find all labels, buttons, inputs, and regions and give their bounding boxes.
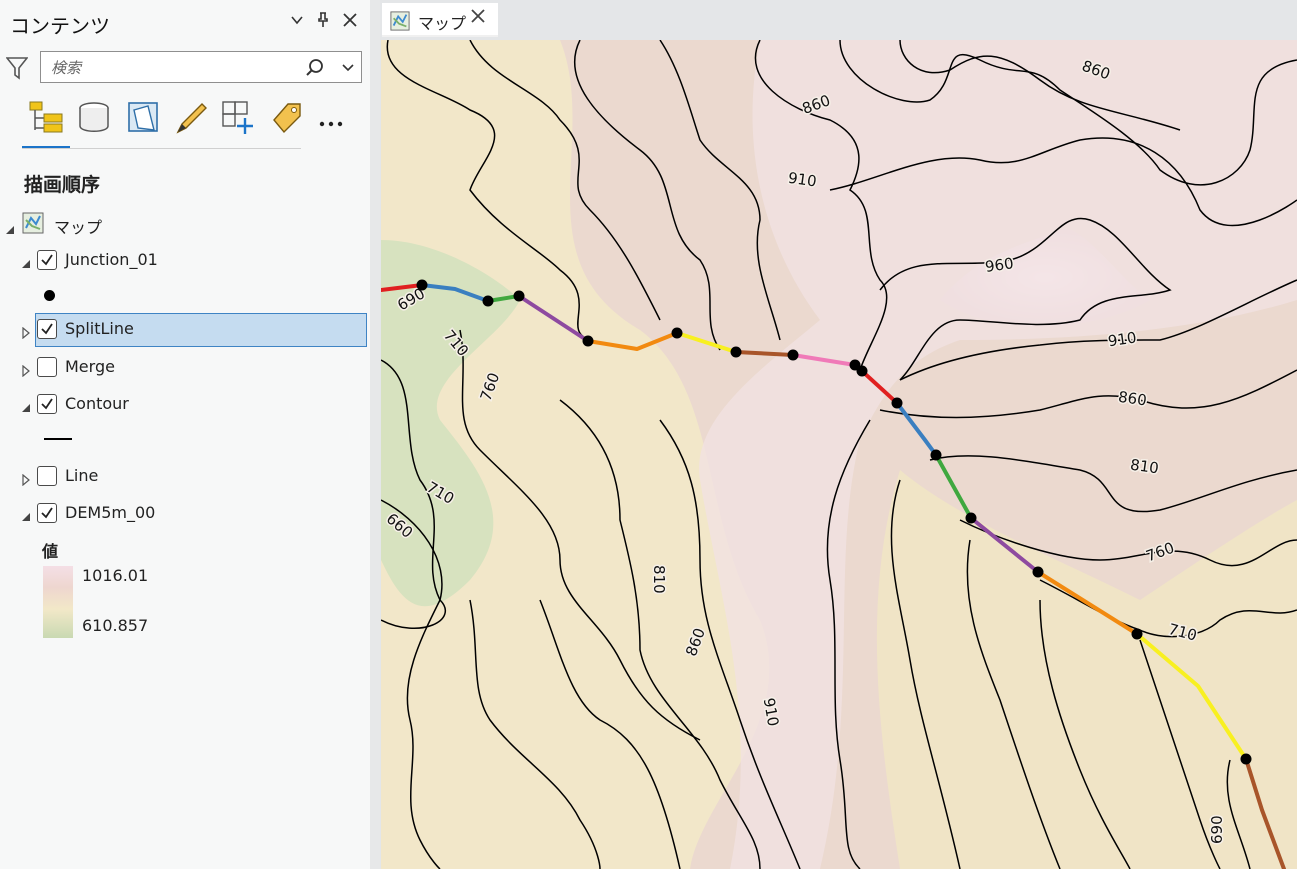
map-icon: [390, 11, 410, 35]
list-by-drawing-order-icon[interactable]: [28, 100, 64, 136]
junction-point: [513, 290, 525, 302]
layer-name: SplitLine: [65, 319, 134, 338]
list-by-labeling-icon[interactable]: [270, 100, 306, 136]
list-by-snapping-icon[interactable]: [221, 100, 257, 136]
contour-line-symbol: [44, 438, 72, 440]
map-svg: 860 860 910 960 910 860 810 760 710 690 …: [381, 40, 1297, 869]
search-box[interactable]: [40, 51, 362, 83]
junction-point-symbol: [44, 290, 55, 301]
junction-point: [1032, 566, 1044, 578]
junction-point: [787, 349, 799, 361]
layer-name: DEM5m_00: [65, 503, 156, 522]
junction-point: [930, 449, 942, 461]
expand-triangle-icon[interactable]: [20, 399, 32, 412]
collapse-triangle-icon[interactable]: [20, 471, 32, 487]
layer-row-line[interactable]: Line: [0, 460, 370, 494]
tree-item-map[interactable]: マップ: [0, 210, 370, 244]
drawing-order-heading: 描画順序: [24, 174, 101, 196]
layer-row-dem[interactable]: DEM5m_00: [0, 497, 370, 531]
junction-point: [416, 279, 428, 291]
pane-splitter[interactable]: [370, 0, 380, 869]
layer-row-splitline[interactable]: SplitLine: [0, 313, 370, 347]
legend-high-value: 1016.01: [82, 566, 149, 585]
layer-name: Merge: [65, 357, 115, 376]
layer-checkbox[interactable]: [37, 394, 57, 414]
junction-point: [582, 335, 594, 347]
filter-icon[interactable]: [5, 56, 29, 84]
junction-point: [891, 397, 903, 409]
layer-row-merge[interactable]: Merge: [0, 351, 370, 385]
list-by-editing-icon[interactable]: [174, 100, 210, 136]
layer-checkbox[interactable]: [37, 503, 57, 523]
tab-label: マップ: [418, 14, 467, 33]
map-label: マップ: [54, 218, 103, 237]
junction-point: [856, 365, 868, 377]
close-icon[interactable]: [340, 12, 360, 32]
junction-point: [671, 327, 683, 339]
contour-label: 690: [1208, 815, 1226, 844]
layer-checkbox[interactable]: [37, 466, 57, 486]
collapse-triangle-icon[interactable]: [20, 362, 32, 378]
close-tab-icon[interactable]: [470, 8, 486, 29]
junction-point: [1240, 753, 1252, 765]
legend-low-value: 610.857: [82, 616, 149, 635]
tab-map[interactable]: マップ: [382, 3, 498, 37]
expand-triangle-icon[interactable]: [4, 221, 16, 234]
layer-checkbox[interactable]: [37, 250, 57, 270]
more-icon[interactable]: [318, 106, 354, 142]
layer-name: Junction_01: [65, 250, 158, 269]
layer-checkbox[interactable]: [37, 319, 57, 339]
list-by-data-source-icon[interactable]: [77, 100, 113, 136]
layer-row-junction[interactable]: Junction_01: [0, 244, 370, 278]
layer-name: Contour: [65, 394, 129, 413]
collapse-triangle-icon[interactable]: [20, 324, 32, 340]
layer-name: Line: [65, 466, 99, 485]
pane-title: コンテンツ: [10, 14, 110, 38]
junction-point: [1131, 628, 1143, 640]
map-canvas[interactable]: 860 860 910 960 910 860 810 760 710 690 …: [381, 40, 1297, 869]
contents-pane: コンテンツ 検索 描画順序 マップ Junction_01 SplitLine …: [0, 0, 370, 869]
toolbar-divider: [22, 148, 301, 149]
junction-point: [730, 346, 742, 358]
map-icon: [22, 212, 44, 234]
list-by-selection-icon[interactable]: [126, 100, 162, 136]
layer-row-contour[interactable]: Contour: [0, 388, 370, 422]
expand-triangle-icon[interactable]: [20, 508, 32, 521]
search-input[interactable]: [49, 57, 303, 79]
junction-point: [482, 295, 494, 307]
pin-icon[interactable]: [313, 12, 333, 32]
elevation-color-ramp: [43, 566, 73, 638]
contour-label: 810: [650, 565, 668, 594]
expand-triangle-icon[interactable]: [20, 255, 32, 268]
chevron-down-icon[interactable]: [341, 59, 355, 78]
legend-value-label: 値: [42, 542, 59, 561]
junction-point: [965, 512, 977, 524]
pane-options-icon[interactable]: [287, 12, 307, 31]
search-icon[interactable]: [305, 58, 325, 82]
layer-checkbox[interactable]: [37, 357, 57, 377]
